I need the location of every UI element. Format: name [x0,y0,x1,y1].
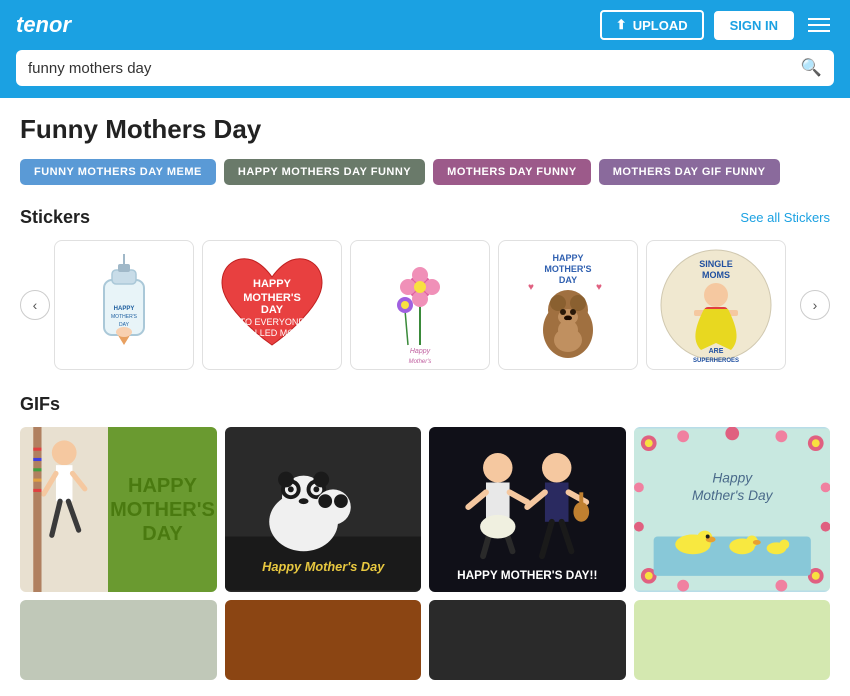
search-input[interactable] [28,60,801,77]
search-bar-container: 🔍 [0,50,850,98]
svg-text:MOTHER'S: MOTHER'S [243,292,301,304]
search-bar: 🔍 [16,50,834,86]
logo: tenor [16,12,71,38]
gifs-section-header: GIFs [20,394,830,415]
sticker-card-2[interactable]: HAPPY MOTHER'S DAY TO EVERYONE CALLED MO… [202,240,342,370]
svg-text:HAPPY: HAPPY [114,306,135,312]
stickers-next-arrow[interactable]: › [800,290,830,320]
svg-text:HAPPY: HAPPY [552,253,583,263]
gif-card-3[interactable]: HAPPY MOTHER'S DAY!! [429,427,626,592]
gif-card-5[interactable] [20,600,217,680]
stickers-title: Stickers [20,207,90,228]
sticker1-svg: HAPPY MOTHER'S DAY [74,250,174,360]
svg-text:MOTHER'S: MOTHER'S [111,314,138,320]
upload-icon: ⬆ [616,17,627,33]
gif-card-7[interactable] [429,600,626,680]
sticker2-svg: HAPPY MOTHER'S DAY TO EVERYONE CALLED MO… [212,245,332,365]
gifs-bottom-row [20,600,830,680]
header: tenor ⬆ UPLOAD SIGN IN [0,0,850,50]
svg-text:ARE: ARE [709,348,724,355]
tags-row: FUNNY MOTHERS DAY MEME HAPPY MOTHERS DAY… [20,159,830,185]
gif1-happy: HAPPY [128,475,197,497]
gif-card-8[interactable] [634,600,831,680]
gifs-title: GIFs [20,394,60,415]
sticker-card-5[interactable]: SINGLE MOMS ARE SUPERHEROES [646,240,786,370]
menu-line [808,18,830,20]
header-right: ⬆ UPLOAD SIGN IN [600,10,834,40]
svg-text:SINGLE: SINGLE [699,259,733,269]
page-title: Funny Mothers Day [20,114,830,145]
svg-text:DAY: DAY [261,304,284,316]
gif1-mothers: MOTHER'S [110,499,215,521]
svg-text:Mother's Day: Mother's Day [691,488,773,503]
stickers-section-header: Stickers See all Stickers [20,207,830,228]
gif4-svg: Happy Mother's Day [634,427,831,592]
svg-text:Happy: Happy [712,470,753,485]
tag-button-gif[interactable]: MOTHERS DAY GIF FUNNY [599,159,780,185]
menu-line [808,24,830,26]
gif-card-2[interactable]: Happy Mother's Day [225,427,422,592]
sticker4-svg: HAPPY MOTHER'S DAY ♥ ♥ [508,245,628,365]
signin-button[interactable]: SIGN IN [714,11,794,40]
svg-text:HAPPY: HAPPY [253,278,292,290]
menu-line [808,30,830,32]
tag-button-happy[interactable]: HAPPY MOTHERS DAY FUNNY [224,159,425,185]
main-content: Funny Mothers Day FUNNY MOTHERS DAY MEME… [0,98,850,696]
gif1-person-svg [20,427,108,592]
tag-button-meme[interactable]: FUNNY MOTHERS DAY MEME [20,159,216,185]
svg-text:CALLED MOM: CALLED MOM [242,328,302,338]
sticker-card-1[interactable]: HAPPY MOTHER'S DAY [54,240,194,370]
stickers-wrapper: ‹ HAPPY MOTHER'S DAY [20,240,830,370]
svg-text:Mother's: Mother's [409,359,432,365]
gif3-svg: HAPPY MOTHER'S DAY!! [429,427,626,592]
svg-text:Happy Mother's Day: Happy Mother's Day [262,559,385,574]
svg-text:DAY: DAY [559,275,577,285]
stickers-row: HAPPY MOTHER'S DAY HAPPY MOTHER'S DAY [54,240,796,370]
sticker-card-4[interactable]: HAPPY MOTHER'S DAY ♥ ♥ [498,240,638,370]
gif-card-4[interactable]: Happy Mother's Day [634,427,831,592]
upload-button[interactable]: ⬆ UPLOAD [600,10,704,40]
svg-text:SUPERHEROES: SUPERHEROES [693,358,739,364]
gif-card-1[interactable]: HAPPY MOTHER'S DAY [20,427,217,592]
gifs-grid: HAPPY MOTHER'S DAY [20,427,830,592]
svg-text:♥: ♥ [596,282,602,293]
svg-text:MOTHER'S: MOTHER'S [544,264,591,274]
svg-text:MOMS: MOMS [702,270,730,280]
search-icon[interactable]: 🔍 [801,58,822,78]
see-all-stickers-link[interactable]: See all Stickers [740,210,830,225]
gif2-svg: Happy Mother's Day [225,427,422,592]
menu-button[interactable] [804,14,834,36]
svg-text:TO EVERYONE: TO EVERYONE [240,317,305,327]
tag-button-funny[interactable]: MOTHERS DAY FUNNY [433,159,591,185]
sticker-card-3[interactable]: Happy Mother's [350,240,490,370]
gif-card-6[interactable] [225,600,422,680]
sticker5-svg: SINGLE MOMS ARE SUPERHEROES [656,245,776,365]
svg-text:HAPPY MOTHER'S DAY!!: HAPPY MOTHER'S DAY!! [457,569,597,582]
stickers-prev-arrow[interactable]: ‹ [20,290,50,320]
svg-text:Happy: Happy [410,348,431,355]
svg-text:♥: ♥ [528,282,534,293]
gif1-day: DAY [142,523,182,545]
sticker3-svg: Happy Mother's [370,245,470,365]
